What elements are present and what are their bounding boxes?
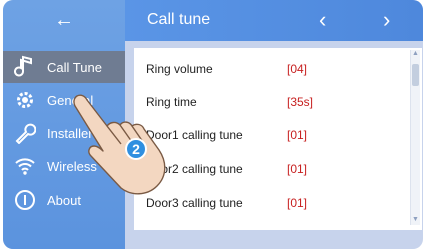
device-screen: ← Call Tune General Installer Wireless A… — [3, 0, 423, 249]
scroll-up-icon[interactable]: ▲ — [412, 50, 419, 58]
sidebar-item-label: General — [47, 92, 94, 108]
sidebar-item-call-tune[interactable]: Call Tune — [3, 51, 125, 83]
header-bar: Call tune ‹ › — [125, 0, 423, 41]
setting-row-ring-volume[interactable]: Ring volume [04] — [134, 52, 406, 86]
setting-row-door2-tune[interactable]: Door2 calling tune [01] — [134, 152, 406, 186]
setting-name: Door2 calling tune — [146, 162, 243, 176]
setting-value: [01] — [287, 162, 308, 176]
gear-icon — [13, 88, 37, 112]
sidebar-item-label: About — [47, 192, 81, 208]
arrow-left-icon: ← — [54, 9, 74, 31]
sidebar-item-installer[interactable]: Installer — [3, 117, 125, 149]
setting-row-door1-tune[interactable]: Door1 calling tune [01] — [134, 118, 406, 152]
wrench-icon — [13, 121, 37, 145]
setting-value: [35s] — [287, 95, 314, 109]
setting-row-door3-tune[interactable]: Door3 calling tune [01] — [134, 186, 406, 220]
back-button[interactable]: ← — [3, 0, 125, 41]
scroll-down-icon[interactable]: ▼ — [412, 216, 419, 224]
sidebar: ← Call Tune General Installer Wireless A… — [3, 0, 125, 249]
music-note-icon — [13, 55, 37, 79]
setting-row-ring-time[interactable]: Ring time [35s] — [134, 85, 406, 119]
setting-name: Ring time — [146, 95, 197, 109]
sidebar-item-label: Call Tune — [47, 59, 102, 75]
chevron-left-icon[interactable]: ‹ — [319, 7, 326, 33]
setting-name: Ring volume — [146, 62, 213, 76]
setting-value: [01] — [287, 128, 308, 142]
info-icon — [13, 188, 37, 212]
scrollbar-thumb[interactable] — [412, 64, 419, 86]
chevron-right-icon[interactable]: › — [383, 7, 390, 33]
scrollbar[interactable]: ▲ ▼ — [410, 50, 420, 225]
sidebar-item-label: Wireless — [47, 158, 97, 174]
setting-value: [04] — [287, 62, 308, 76]
sidebar-item-general[interactable]: General — [3, 84, 125, 116]
settings-list: Ring volume [04] Ring time [35s] Door1 c… — [134, 48, 422, 230]
setting-name: Door3 calling tune — [146, 196, 243, 210]
setting-value: [01] — [287, 196, 308, 210]
sidebar-item-about[interactable]: About — [3, 184, 125, 216]
sidebar-item-wireless[interactable]: Wireless — [3, 150, 125, 182]
page-title: Call tune — [147, 11, 211, 28]
wifi-icon — [13, 154, 37, 178]
sidebar-item-label: Installer — [47, 125, 93, 141]
setting-name: Door1 calling tune — [146, 128, 243, 142]
